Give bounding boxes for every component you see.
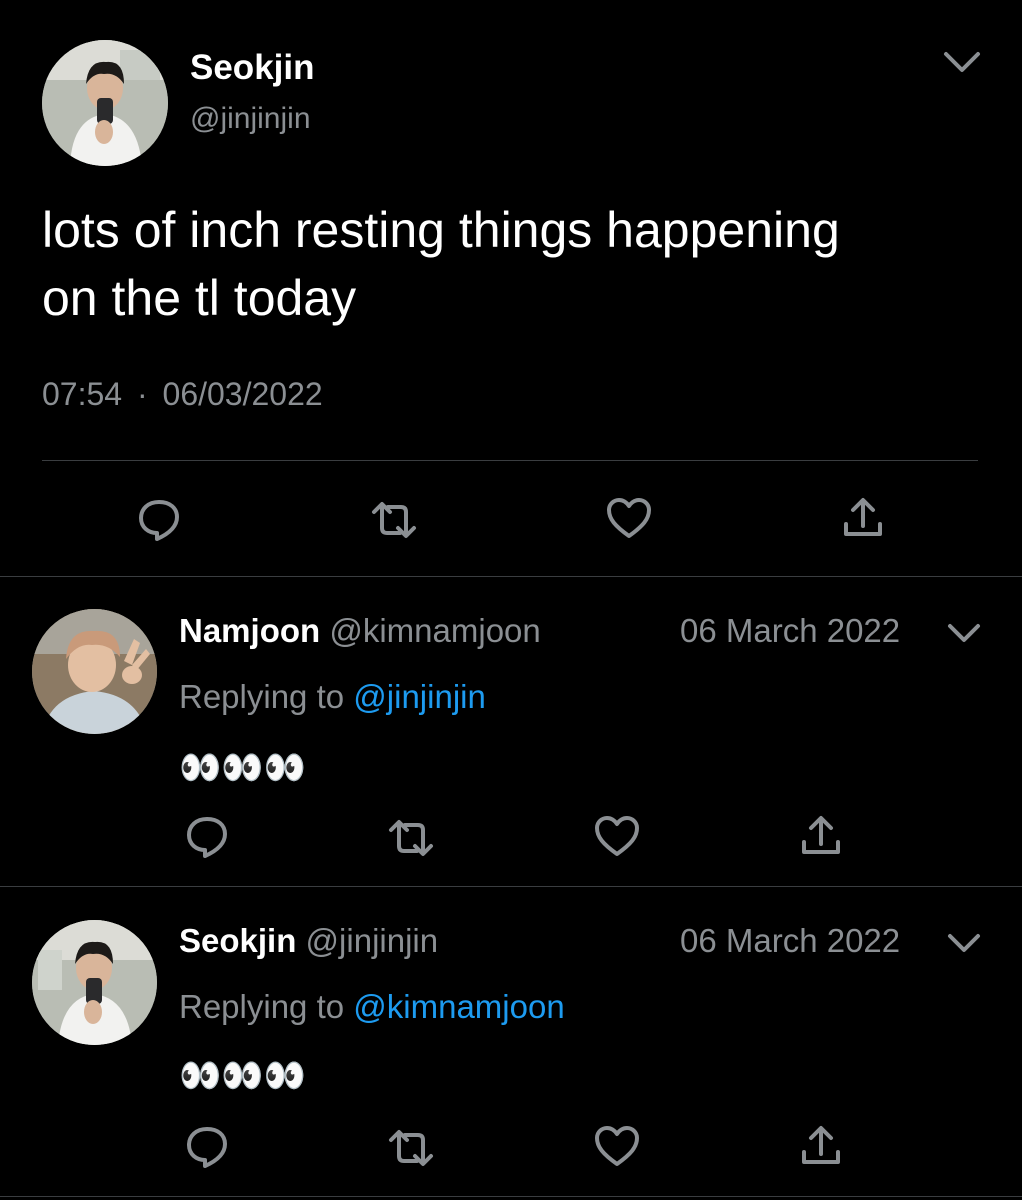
author-name[interactable]: Namjoon: [179, 612, 320, 649]
author-handle[interactable]: @jinjinjin: [190, 102, 311, 136]
divider: [42, 460, 978, 461]
tweet-time: 07:54: [42, 376, 123, 412]
share-icon[interactable]: [800, 1124, 842, 1168]
divider: [0, 576, 1022, 577]
reply-date[interactable]: 06 March 2022: [680, 922, 900, 960]
reply-date[interactable]: 06 March 2022: [680, 612, 900, 650]
tweet-text: lots of inch resting things happening on…: [42, 196, 840, 332]
avatar[interactable]: [32, 609, 157, 734]
like-icon[interactable]: [593, 814, 641, 858]
replying-to-line: Replying to @jinjinjin: [179, 678, 486, 716]
author-name[interactable]: Seokjin: [179, 922, 296, 959]
reply-text: 👀👀👀: [179, 749, 307, 787]
reply-header: Namjoon @kimnamjoon: [179, 612, 541, 650]
divider: [0, 886, 1022, 887]
chevron-down-icon[interactable]: [944, 930, 984, 956]
chevron-down-icon[interactable]: [940, 46, 984, 76]
tweet-timestamp[interactable]: 07:54 · 06/03/2022: [42, 376, 323, 413]
like-icon[interactable]: [605, 496, 653, 540]
reply-icon[interactable]: [184, 1124, 230, 1170]
avatar[interactable]: [32, 920, 157, 1045]
tweet-text-line: lots of inch resting things happening: [42, 202, 840, 258]
replying-to-label: Replying to: [179, 678, 345, 715]
author-name[interactable]: Seokjin: [190, 48, 314, 88]
replying-to-handle[interactable]: @jinjinjin: [353, 678, 486, 715]
replying-to-label: Replying to: [179, 988, 345, 1025]
separator-dot: ·: [136, 376, 148, 412]
reply-header: Seokjin @jinjinjin: [179, 922, 438, 960]
avatar[interactable]: [42, 40, 168, 166]
share-icon[interactable]: [800, 814, 842, 858]
replying-to-line: Replying to @kimnamjoon: [179, 988, 565, 1026]
retweet-icon[interactable]: [370, 500, 418, 540]
tweet-date: 06/03/2022: [162, 376, 323, 412]
retweet-icon[interactable]: [387, 818, 435, 858]
like-icon[interactable]: [593, 1124, 641, 1168]
author-handle[interactable]: @kimnamjoon: [329, 612, 540, 649]
chevron-down-icon[interactable]: [944, 620, 984, 646]
tweet-text-line: on the tl today: [42, 270, 357, 326]
reply-text: 👀👀👀: [179, 1057, 307, 1095]
author-handle[interactable]: @jinjinjin: [306, 922, 439, 959]
share-icon[interactable]: [842, 496, 884, 540]
divider: [0, 1196, 1022, 1197]
retweet-icon[interactable]: [387, 1128, 435, 1168]
replying-to-handle[interactable]: @kimnamjoon: [353, 988, 564, 1025]
reply-icon[interactable]: [184, 814, 230, 860]
reply-icon[interactable]: [136, 497, 182, 543]
